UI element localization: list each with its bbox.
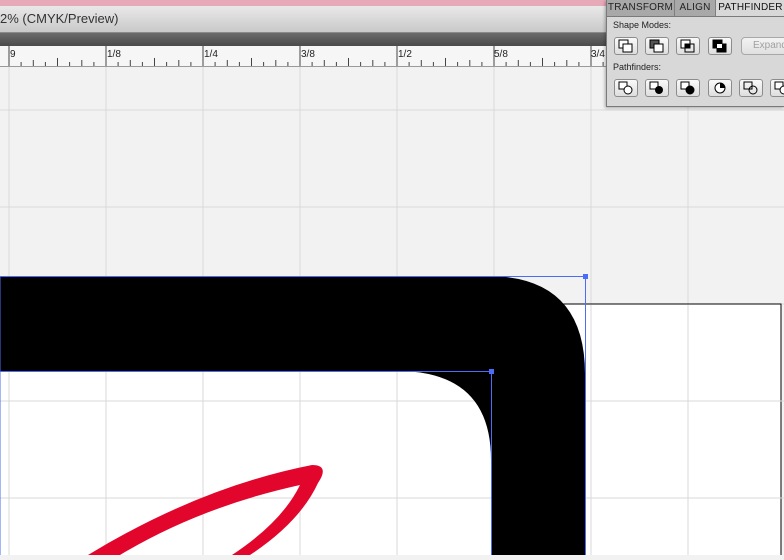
intersect-button[interactable] bbox=[676, 37, 700, 55]
ruler-label: 3/8 bbox=[301, 49, 315, 60]
ruler-label: 1/2 bbox=[398, 49, 412, 60]
unite-button[interactable] bbox=[614, 37, 638, 55]
tab-align[interactable]: ALIGN bbox=[675, 0, 716, 16]
crop-icon bbox=[714, 82, 726, 94]
ruler-label: 3/4 bbox=[591, 49, 605, 60]
divide-icon bbox=[618, 81, 633, 95]
intersect-icon bbox=[680, 39, 695, 53]
selection-handle[interactable] bbox=[489, 369, 494, 374]
outline-icon bbox=[743, 81, 758, 95]
exclude-button[interactable] bbox=[708, 37, 732, 55]
artwork-canvas[interactable] bbox=[0, 67, 784, 560]
merge-button[interactable] bbox=[676, 79, 700, 97]
panel-tabs: TRANSFORM ALIGN PATHFINDER bbox=[607, 0, 784, 17]
tab-transform[interactable]: TRANSFORM bbox=[607, 0, 675, 16]
tab-pathfinder[interactable]: PATHFINDER bbox=[716, 0, 784, 16]
minus-front-button[interactable] bbox=[645, 37, 669, 55]
merge-icon bbox=[680, 81, 695, 95]
selection-handle[interactable] bbox=[583, 274, 588, 279]
shape-modes-label: Shape Modes: bbox=[613, 20, 672, 30]
crop-button[interactable] bbox=[708, 79, 732, 97]
minus-back-icon bbox=[774, 81, 784, 95]
outline-button[interactable] bbox=[739, 79, 763, 97]
pathfinders-label: Pathfinders: bbox=[613, 62, 662, 72]
trim-button[interactable] bbox=[645, 79, 669, 97]
ruler-label: 1/8 bbox=[107, 49, 121, 60]
minus-back-button[interactable] bbox=[770, 79, 784, 97]
pathfinder-panel: TRANSFORM ALIGN PATHFINDER Shape Modes: … bbox=[606, 0, 784, 107]
expand-button[interactable]: Expand bbox=[741, 37, 784, 55]
canvas-drawing bbox=[0, 67, 784, 560]
exclude-icon bbox=[712, 39, 727, 53]
minus-front-icon bbox=[649, 39, 664, 53]
document-title: 2% (CMYK/Preview) bbox=[0, 11, 119, 26]
ruler-label: 9 bbox=[10, 49, 16, 60]
divide-button[interactable] bbox=[614, 79, 638, 97]
trim-icon bbox=[649, 81, 663, 94]
ruler-label: 1/4 bbox=[204, 49, 218, 60]
unite-icon bbox=[618, 39, 633, 53]
ruler-label: 5/8 bbox=[494, 49, 508, 60]
